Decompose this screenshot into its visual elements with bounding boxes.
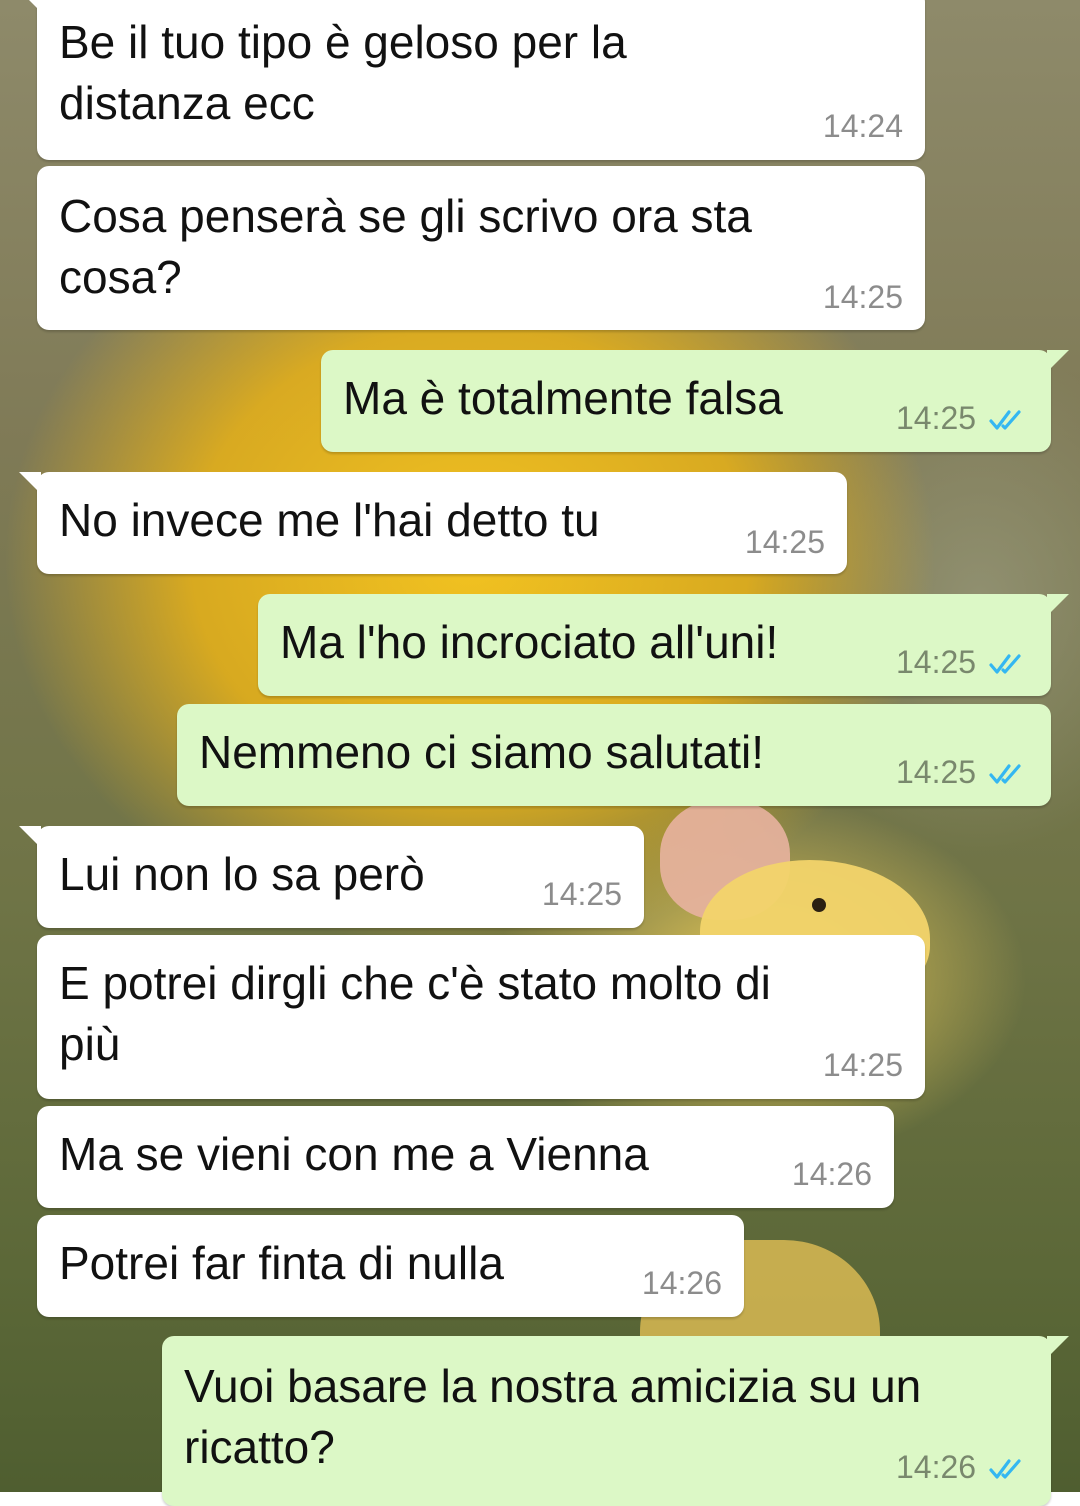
message-timestamp: 14:26 xyxy=(791,1156,872,1192)
message-timestamp: 14:25 xyxy=(896,754,977,790)
double-check-icon xyxy=(989,654,1021,674)
message-text: E potrei dirgli che c'è stato molto di p… xyxy=(59,957,771,1070)
message-bubble-outgoing[interactable]: Ma l'ho incrociato all'uni! 14:25 xyxy=(258,594,1069,696)
message-bubble-incoming[interactable]: Be il tuo tipo è geloso per la distanza … xyxy=(19,0,925,160)
message-text: Ma se vieni con me a Vienna xyxy=(59,1128,649,1180)
message-text: Lui non lo sa però xyxy=(59,848,425,900)
message-bubble-incoming[interactable]: Ma se vieni con me a Vienna 14:26 xyxy=(37,1106,894,1208)
message-text: Ma è totalmente falsa xyxy=(343,372,783,424)
message-bubble-incoming[interactable]: E potrei dirgli che c'è stato molto di p… xyxy=(37,935,925,1099)
message-text: Be il tuo tipo è geloso per la distanza … xyxy=(59,16,627,129)
message-bubble-outgoing[interactable]: Ma è totalmente falsa 14:25 xyxy=(321,350,1069,452)
message-bubble-outgoing[interactable]: Nemmeno ci siamo salutati! 14:25 xyxy=(177,704,1051,806)
message-text: Nemmeno ci siamo salutati! xyxy=(199,726,764,778)
message-text: Cosa penserà se gli scrivo ora sta cosa? xyxy=(59,190,752,303)
message-text: Vuoi basare la nostra amicizia su un ric… xyxy=(184,1360,922,1473)
double-check-icon xyxy=(989,1459,1021,1479)
message-bubble-incoming[interactable]: No invece me l'hai detto tu 14:25 xyxy=(19,472,847,574)
message-bubble-incoming[interactable]: Lui non lo sa però 14:25 xyxy=(19,826,644,928)
double-check-icon xyxy=(989,764,1021,784)
message-timestamp: 14:25 xyxy=(896,644,977,680)
message-bubble-incoming[interactable]: Potrei far finta di nulla 14:26 xyxy=(37,1215,744,1317)
message-timestamp: 14:26 xyxy=(896,1449,977,1485)
message-text: No invece me l'hai detto tu xyxy=(59,494,600,546)
message-timestamp: 14:26 xyxy=(641,1265,722,1301)
message-bubble-outgoing[interactable]: Vuoi basare la nostra amicizia su un ric… xyxy=(162,1336,1069,1506)
message-timestamp: 14:25 xyxy=(822,279,903,315)
message-timestamp: 14:25 xyxy=(896,400,977,436)
message-timestamp: 14:25 xyxy=(822,1047,903,1083)
message-text: Potrei far finta di nulla xyxy=(59,1237,504,1289)
message-timestamp: 14:25 xyxy=(541,876,622,912)
message-text: Ma l'ho incrociato all'uni! xyxy=(280,616,779,668)
message-bubble-incoming[interactable]: Cosa penserà se gli scrivo ora sta cosa?… xyxy=(37,166,925,330)
message-timestamp: 14:25 xyxy=(744,524,825,560)
message-timestamp: 14:24 xyxy=(822,108,903,144)
double-check-icon xyxy=(989,410,1021,430)
wallpaper-duckling-eye xyxy=(812,898,826,912)
